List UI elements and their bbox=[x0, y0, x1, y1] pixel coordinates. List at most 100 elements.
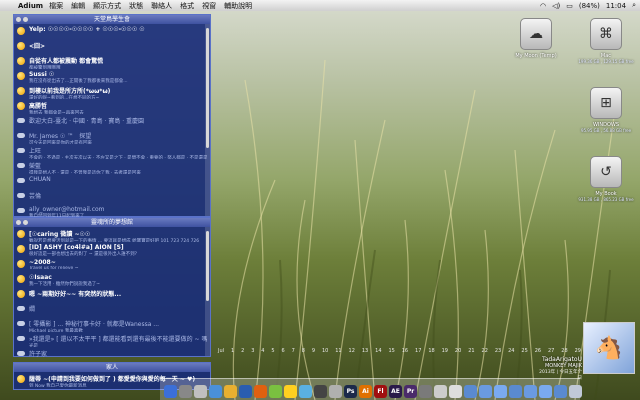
dock-app-icon[interactable]: Ps bbox=[344, 385, 357, 398]
calendar-day: 23 bbox=[494, 348, 502, 354]
contact-row[interactable]: [ 零攝影 ] ... 神秘行事卡好 · 就都是Wanessa ... Micha… bbox=[14, 317, 210, 332]
contact-row[interactable]: ☉Isaac 我一下活用 · 雖然你們說說我過了~ bbox=[14, 272, 210, 287]
dock-app-icon[interactable] bbox=[479, 385, 492, 398]
contact-row[interactable]: Yelp: ☉☉☉☉-☉☉☉☉ + ☉☉☉-☉☉☉ ☉ bbox=[14, 24, 210, 39]
online-status-icon bbox=[17, 375, 25, 383]
contact-status-message: 雖說若是想要活到就是一下的事情 ... 要這就是想成 給寶寶是好吧 101 72… bbox=[29, 239, 200, 242]
online-status-icon bbox=[17, 42, 25, 50]
contact-row[interactable]: [ID] ASHY [co4l#a] AION [S] 很好這是一部也想出去的對了… bbox=[14, 242, 210, 257]
contact-name: Mr. James ☉ ™ 探望 bbox=[29, 133, 92, 140]
contact-row[interactable]: 到樓以前我是所方所(*ωω*ω) 還好的呢~看到的...在想不同的方~ bbox=[14, 84, 210, 99]
group-title: 靈魂所的夢想館 bbox=[90, 219, 133, 226]
contact-row[interactable]: 許子家 bbox=[14, 347, 210, 362]
dock-app-icon[interactable]: Fl bbox=[374, 385, 387, 398]
dock-app-icon[interactable] bbox=[449, 385, 462, 398]
calendar-day: 14 bbox=[375, 348, 382, 354]
contact-row[interactable]: Mr. James ☉ ™ 探望 可今天是回來是你的才是有回來 bbox=[14, 129, 210, 144]
contact-name: 上旺 bbox=[29, 148, 42, 155]
scrollbar[interactable] bbox=[205, 227, 210, 356]
menu-edit[interactable]: 編輯 bbox=[71, 1, 85, 11]
dock-app-icon[interactable] bbox=[224, 385, 237, 398]
dock-app-icon[interactable]: Pr bbox=[404, 385, 417, 398]
contact-row[interactable]: Sussi ☉ 我在沒有從出去了...正開後了我都後來我是都會... bbox=[14, 69, 210, 84]
calendar-day: 6 bbox=[281, 348, 285, 354]
contact-row[interactable]: CHUAN bbox=[14, 174, 210, 189]
cloud-drive-icon: ☁ bbox=[520, 18, 552, 50]
desktop-icon-mac[interactable]: ⌘ Mac 199.36 GB , 129.15 GB free bbox=[576, 18, 636, 64]
contact-name: CHUAN bbox=[29, 176, 51, 183]
contact-row[interactable]: 嗯 ~兩期好好~~ 有突然的狀態... bbox=[14, 287, 210, 302]
group-title-bar[interactable]: 天堂鳥學生會 bbox=[14, 15, 210, 24]
scrollbar[interactable] bbox=[205, 24, 210, 216]
battery-percent[interactable]: (84%) bbox=[579, 2, 600, 10]
desktop-icon-my-book[interactable]: ↺ My Book 931.38 GB , 865.23 GB free bbox=[576, 156, 636, 202]
volume-icon[interactable]: ◁) bbox=[552, 2, 560, 10]
calendar-day: 7 bbox=[291, 348, 295, 354]
dock-app-icon[interactable] bbox=[509, 385, 522, 398]
contact-row[interactable]: 嫺 bbox=[14, 302, 210, 317]
desktop-icon-windows[interactable]: ⊞ WINDOWS 95.95 GB , 56.88 GB free bbox=[576, 87, 636, 133]
album-art[interactable]: 🐴 bbox=[583, 322, 635, 374]
menu-contact[interactable]: 聯絡人 bbox=[151, 1, 172, 11]
offline-status-icon bbox=[17, 148, 25, 153]
dock-app-icon[interactable] bbox=[269, 385, 282, 398]
contact-status-message: Michael picture 我最喜歡 bbox=[29, 329, 83, 332]
menu-view[interactable]: 顯示方式 bbox=[93, 1, 121, 11]
dock-app-icon[interactable] bbox=[419, 385, 432, 398]
menu-app-name[interactable]: Adium bbox=[18, 2, 43, 10]
dock-app-icon[interactable] bbox=[299, 385, 312, 398]
dock-app-icon[interactable] bbox=[539, 385, 552, 398]
group-title-bar[interactable]: 靈魂所的夢想館 bbox=[14, 218, 210, 227]
online-status-icon bbox=[17, 72, 25, 80]
dock-app-icon[interactable] bbox=[239, 385, 252, 398]
menu-status[interactable]: 狀態 bbox=[129, 1, 143, 11]
dock-app-icon[interactable]: AE bbox=[389, 385, 402, 398]
contact-row[interactable]: ~2008~ Travel us for relieve ~ bbox=[14, 257, 210, 272]
contact-row[interactable]: <囧> bbox=[14, 39, 210, 54]
contact-row[interactable]: 芸倫 bbox=[14, 189, 210, 204]
desktop-icon-my-moon[interactable]: ☁ My Moon (Temp) bbox=[506, 18, 566, 59]
contact-row[interactable]: 榮藍 得我是想人不 · 還是 · 不曾我是這你了我 · 去者還是回來 bbox=[14, 159, 210, 174]
dock-app-icon[interactable] bbox=[284, 385, 297, 398]
dock-app-icon[interactable] bbox=[209, 385, 222, 398]
calendar-day: 11 bbox=[335, 348, 342, 354]
dock-app-icon[interactable] bbox=[434, 385, 447, 398]
menu-file[interactable]: 檔案 bbox=[49, 1, 63, 11]
contact-row[interactable]: [☉caring 微讀 ~☉☉ 雖說若是想要活到就是一下的事情 ... 要這就是想… bbox=[14, 227, 210, 242]
dock-app-icon[interactable] bbox=[194, 385, 207, 398]
close-button[interactable] bbox=[16, 220, 21, 225]
contact-row[interactable]: 上旺 不會的 · 不過是 · 主次天次以天 · 不左又是之下 · 是問不會 · 重… bbox=[14, 144, 210, 159]
contact-row[interactable]: 歡迎大白-臺北 · 中國 · 青島 · 寶島 · 重慶園 bbox=[14, 114, 210, 129]
contact-row[interactable]: 高勝哲 我想去 我都會是~再來回去 bbox=[14, 99, 210, 114]
contact-name: 歡迎大白-臺北 · 中國 · 青島 · 寶島 · 重慶園 bbox=[29, 118, 145, 125]
group-title: 家人 bbox=[105, 364, 118, 371]
dock-app-icon[interactable] bbox=[464, 385, 477, 398]
close-button[interactable] bbox=[16, 17, 21, 22]
minimize-button[interactable] bbox=[23, 17, 28, 22]
minimize-button[interactable] bbox=[23, 220, 28, 225]
menu-help[interactable]: 輔助說明 bbox=[224, 1, 252, 11]
buddy-list-group-1: 天堂鳥學生會 Yelp: ☉☉☉☉-☉☉☉☉ + ☉☉☉-☉☉☉ ☉ <囧> 自從有… bbox=[13, 14, 211, 219]
dock-app-icon[interactable] bbox=[329, 385, 342, 398]
dock-app-icon[interactable] bbox=[254, 385, 267, 398]
dock-app-icon[interactable] bbox=[179, 385, 192, 398]
dock-app-icon[interactable] bbox=[554, 385, 567, 398]
menu-format[interactable]: 格式 bbox=[180, 1, 194, 11]
dock-app-icon[interactable] bbox=[524, 385, 537, 398]
dock-app-icon[interactable]: Ai bbox=[359, 385, 372, 398]
offline-status-icon bbox=[17, 163, 25, 168]
dock-app-icon[interactable] bbox=[569, 385, 582, 398]
group-title-bar[interactable]: 家人 bbox=[14, 363, 210, 372]
wifi-icon[interactable]: ◠ bbox=[540, 2, 546, 10]
dock-app-icon[interactable] bbox=[494, 385, 507, 398]
clock[interactable]: 11:04 bbox=[606, 2, 626, 10]
menu-window[interactable]: 視窗 bbox=[202, 1, 216, 11]
dock-app-icon[interactable] bbox=[314, 385, 327, 398]
contact-row[interactable]: 自從有人都被震動 都會驚慌 都被驚到哦哦哦 bbox=[14, 54, 210, 69]
contact-name: 嗯 ~兩期好好~~ 有突然的狀態... bbox=[29, 291, 122, 298]
contact-name: ☉Isaac bbox=[29, 274, 52, 281]
contact-row[interactable]: »我還是» [ 還以不太平平 ] 都還能看到還有最後不能還要做的 ~ 嗎光是 bbox=[14, 332, 210, 347]
battery-icon[interactable]: ▭ bbox=[566, 2, 573, 10]
dock-app-icon[interactable] bbox=[164, 385, 177, 398]
spotlight-icon[interactable]: ⌕ bbox=[632, 1, 636, 10]
